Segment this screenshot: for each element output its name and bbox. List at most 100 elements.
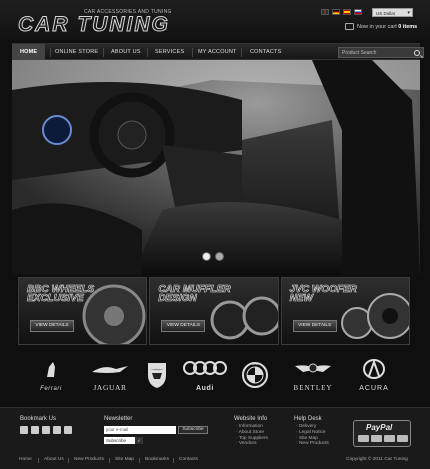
logo-text: CAR TUNING bbox=[18, 13, 170, 36]
footer-link-label: Vendors bbox=[238, 441, 257, 447]
language-flags bbox=[321, 9, 362, 15]
stumbleupon-icon[interactable] bbox=[53, 426, 61, 434]
search-icon[interactable] bbox=[414, 50, 420, 56]
social-icons bbox=[20, 426, 72, 434]
footer-link-label: Information bbox=[238, 424, 263, 429]
brand-lamborghini[interactable]: Lamborghini bbox=[146, 358, 168, 392]
help-desk-heading: Help Desk bbox=[294, 416, 322, 422]
horse-icon bbox=[47, 362, 55, 377]
nav-divider bbox=[50, 48, 51, 57]
slider-dots bbox=[202, 252, 224, 261]
currency-select[interactable]: US Dollar ▾ bbox=[372, 8, 413, 17]
brand-jaguar[interactable]: JAGUAR bbox=[80, 358, 140, 392]
slider-dot[interactable] bbox=[215, 252, 224, 261]
copyright: Copyright © 2011 Car Tuning bbox=[346, 457, 408, 462]
brand-lamborghini-text: Lamborghini bbox=[151, 369, 163, 371]
promo-banners: BBC WHEELS EXCLUSIVE VIEW DETAILS CAR MU… bbox=[18, 277, 410, 345]
nav-home[interactable]: HOME bbox=[12, 44, 46, 61]
subscribe-button[interactable]: Subscribe bbox=[178, 426, 208, 434]
email-field[interactable]: your e-mail bbox=[104, 426, 176, 434]
brand-ferrari[interactable]: Ferrari bbox=[36, 358, 66, 392]
brand-bmw[interactable]: BMW bbox=[240, 358, 270, 392]
bottom-link-bookmarks[interactable]: Bookmarks bbox=[145, 455, 169, 465]
brand-acura[interactable]: ACURA bbox=[354, 358, 394, 392]
jaguar-icon bbox=[92, 366, 128, 373]
promo-woofer[interactable]: JVC WOOFER NEW VIEW DETAILS bbox=[280, 277, 410, 345]
cart-summary[interactable]: Now in your cart 0 items bbox=[345, 23, 417, 30]
acura-icon bbox=[363, 359, 385, 379]
header: CAR ACCESSORIES AND TUNING CAR TUNING US… bbox=[0, 0, 430, 40]
rss-icon[interactable] bbox=[64, 426, 72, 434]
visa-icon bbox=[358, 435, 369, 442]
subscribe-select-value: Subscribe bbox=[106, 438, 127, 443]
cart-icon bbox=[345, 23, 354, 30]
nav-my-account[interactable]: MY ACCOUNT bbox=[198, 44, 237, 61]
payment-cards bbox=[358, 435, 408, 442]
car-interior-image bbox=[12, 60, 420, 275]
footer-link-label: New Products bbox=[298, 441, 329, 447]
bottom-divider bbox=[139, 458, 140, 463]
flag-en-icon[interactable] bbox=[321, 9, 329, 15]
bottom-link-home[interactable]: Home bbox=[19, 455, 32, 465]
bookmark-heading: Bookmark Us bbox=[20, 416, 57, 422]
promo-title: JVC WOOFER NEW bbox=[289, 284, 357, 304]
website-info-list: · Information · About Store · Top Suppli… bbox=[236, 424, 268, 447]
amex-icon bbox=[384, 435, 395, 442]
flag-es-icon[interactable] bbox=[343, 9, 351, 15]
nav-contacts[interactable]: CONTACTS bbox=[250, 44, 281, 61]
search-placeholder: Product Search bbox=[342, 50, 377, 56]
cart-prefix: Now in your cart bbox=[357, 24, 397, 30]
bottom-divider bbox=[38, 458, 39, 463]
promo-title: BBC WHEELS EXCLUSIVE bbox=[27, 284, 95, 304]
delicious-icon[interactable] bbox=[31, 426, 39, 434]
view-details-button[interactable]: VIEW DETAILS bbox=[30, 320, 74, 332]
digg-icon[interactable] bbox=[42, 426, 50, 434]
nav-divider bbox=[241, 48, 242, 57]
chevron-down-icon: ▾ bbox=[407, 10, 410, 16]
footer-link-label: Legal Notice bbox=[298, 429, 326, 435]
newsletter-heading: Newsletter bbox=[104, 416, 133, 422]
view-details-button[interactable]: VIEW DETAILS bbox=[161, 320, 206, 332]
website-info-heading: Website Info bbox=[234, 416, 268, 422]
bentley-wings-icon bbox=[295, 363, 331, 373]
brand-label: BENTLEY bbox=[293, 384, 333, 392]
promo-wheels[interactable]: BBC WHEELS EXCLUSIVE VIEW DETAILS bbox=[18, 277, 148, 345]
facebook-icon[interactable] bbox=[20, 426, 28, 434]
nav-divider bbox=[147, 48, 148, 57]
flag-de-icon[interactable] bbox=[332, 9, 340, 15]
brand-label: Ferrari bbox=[40, 386, 62, 392]
nav-online-store[interactable]: ONLINE STORE bbox=[55, 44, 98, 61]
main-nav: HOME ONLINE STORE ABOUT US SERVICES MY A… bbox=[12, 43, 424, 61]
view-details-button[interactable]: VIEW DETAILS bbox=[292, 320, 337, 332]
bottom-link-about[interactable]: About Us bbox=[44, 455, 64, 465]
search-input[interactable]: Product Search bbox=[338, 47, 424, 58]
slider-dot[interactable] bbox=[202, 252, 211, 261]
nav-divider bbox=[103, 48, 104, 57]
brand-audi[interactable]: Audi bbox=[182, 358, 228, 392]
footer-link-label: About Store bbox=[238, 429, 265, 435]
flag-ru-icon[interactable] bbox=[354, 9, 362, 15]
bottom-link-site-map[interactable]: Site Map bbox=[115, 455, 134, 465]
footer-link[interactable]: · Vendors bbox=[236, 441, 268, 447]
paypal-label: PayPal bbox=[366, 423, 393, 432]
nav-about-us[interactable]: ABOUT US bbox=[111, 44, 141, 61]
footer-link-label: Delivery bbox=[298, 424, 317, 429]
checkbox-icon[interactable]: ✓ bbox=[135, 437, 143, 444]
bottom-link-new-products[interactable]: New Products bbox=[74, 455, 104, 465]
paypal-badge[interactable]: PayPal bbox=[353, 420, 411, 447]
bottom-divider bbox=[173, 458, 174, 463]
nav-services[interactable]: SERVICES bbox=[155, 44, 184, 61]
brand-bentley[interactable]: BENTLEY bbox=[288, 358, 338, 392]
shield-icon bbox=[148, 363, 166, 388]
bottom-divider bbox=[109, 458, 110, 463]
rings-icon bbox=[183, 361, 227, 375]
promo-muffler[interactable]: CAR MUFFLER DESIGN VIEW DETAILS bbox=[149, 277, 279, 345]
site-logo[interactable]: CAR ACCESSORIES AND TUNING CAR TUNING bbox=[18, 9, 178, 36]
footer-link[interactable]: · New Products bbox=[296, 441, 329, 447]
brand-label: ACURA bbox=[359, 385, 389, 392]
hero-slider[interactable] bbox=[12, 60, 420, 275]
mastercard-icon bbox=[371, 435, 382, 442]
bottom-link-contacts[interactable]: Contacts bbox=[179, 455, 198, 465]
bottom-bar: Home About Us New Products Site Map Book… bbox=[0, 455, 430, 469]
footer-link-label: Site Map bbox=[298, 435, 318, 441]
